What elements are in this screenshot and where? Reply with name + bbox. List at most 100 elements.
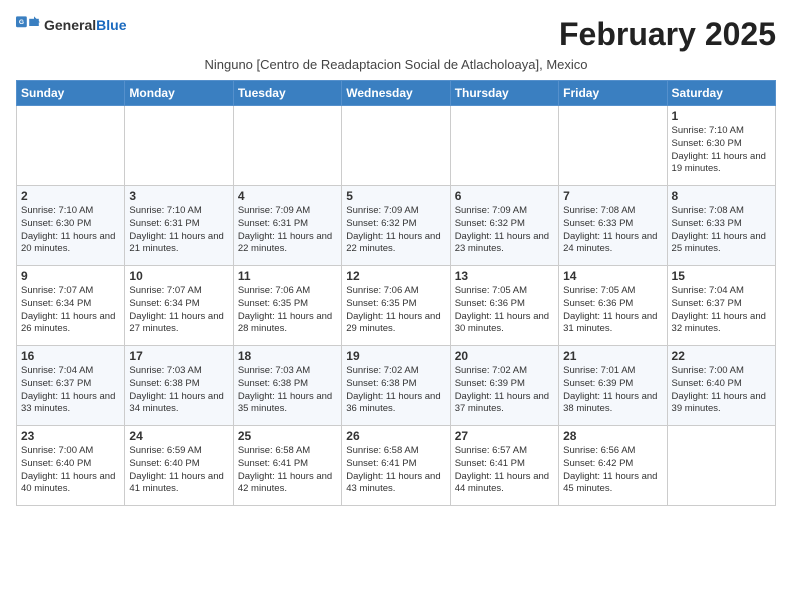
calendar-cell: 27 Sunrise: 6:57 AMSunset: 6:41 PMDayligh… (450, 426, 558, 506)
calendar-cell: 7 Sunrise: 7:08 AMSunset: 6:33 PMDaylight… (559, 186, 667, 266)
calendar-cell: 5 Sunrise: 7:09 AMSunset: 6:32 PMDaylight… (342, 186, 450, 266)
logo: G GeneralBlue (16, 16, 126, 36)
calendar-cell (342, 106, 450, 186)
day-header-monday: Monday (125, 81, 233, 106)
day-info: Sunrise: 7:05 AMSunset: 6:36 PMDaylight:… (455, 285, 554, 336)
day-number: 25 (238, 429, 337, 443)
day-info: Sunrise: 7:07 AMSunset: 6:34 PMDaylight:… (21, 285, 120, 336)
day-info: Sunrise: 7:01 AMSunset: 6:39 PMDaylight:… (563, 365, 662, 416)
calendar-cell: 26 Sunrise: 6:58 AMSunset: 6:41 PMDayligh… (342, 426, 450, 506)
day-number: 20 (455, 349, 554, 363)
day-info: Sunrise: 7:06 AMSunset: 6:35 PMDaylight:… (346, 285, 445, 336)
day-header-tuesday: Tuesday (233, 81, 341, 106)
day-number: 21 (563, 349, 662, 363)
day-number: 24 (129, 429, 228, 443)
day-info: Sunrise: 7:06 AMSunset: 6:35 PMDaylight:… (238, 285, 337, 336)
calendar-cell: 12 Sunrise: 7:06 AMSunset: 6:35 PMDayligh… (342, 266, 450, 346)
calendar-cell: 10 Sunrise: 7:07 AMSunset: 6:34 PMDayligh… (125, 266, 233, 346)
day-number: 28 (563, 429, 662, 443)
calendar-cell: 18 Sunrise: 7:03 AMSunset: 6:38 PMDayligh… (233, 346, 341, 426)
calendar-cell (559, 106, 667, 186)
calendar-cell (17, 106, 125, 186)
calendar-cell: 20 Sunrise: 7:02 AMSunset: 6:39 PMDayligh… (450, 346, 558, 426)
day-number: 18 (238, 349, 337, 363)
calendar-cell: 17 Sunrise: 7:03 AMSunset: 6:38 PMDayligh… (125, 346, 233, 426)
day-number: 26 (346, 429, 445, 443)
calendar-cell: 22 Sunrise: 7:00 AMSunset: 6:40 PMDayligh… (667, 346, 775, 426)
day-info: Sunrise: 7:00 AMSunset: 6:40 PMDaylight:… (21, 445, 120, 496)
calendar-cell (450, 106, 558, 186)
calendar-cell: 16 Sunrise: 7:04 AMSunset: 6:37 PMDayligh… (17, 346, 125, 426)
page-title: February 2025 (559, 16, 776, 53)
day-number: 8 (672, 189, 771, 203)
day-info: Sunrise: 7:09 AMSunset: 6:32 PMDaylight:… (455, 205, 554, 256)
day-info: Sunrise: 7:10 AMSunset: 6:30 PMDaylight:… (21, 205, 120, 256)
calendar-cell: 23 Sunrise: 7:00 AMSunset: 6:40 PMDayligh… (17, 426, 125, 506)
calendar-cell: 21 Sunrise: 7:01 AMSunset: 6:39 PMDayligh… (559, 346, 667, 426)
day-number: 3 (129, 189, 228, 203)
day-number: 13 (455, 269, 554, 283)
day-info: Sunrise: 6:57 AMSunset: 6:41 PMDaylight:… (455, 445, 554, 496)
svg-text:G: G (19, 19, 24, 26)
calendar-cell: 4 Sunrise: 7:09 AMSunset: 6:31 PMDaylight… (233, 186, 341, 266)
day-info: Sunrise: 7:03 AMSunset: 6:38 PMDaylight:… (129, 365, 228, 416)
day-info: Sunrise: 7:03 AMSunset: 6:38 PMDaylight:… (238, 365, 337, 416)
day-info: Sunrise: 7:10 AMSunset: 6:30 PMDaylight:… (672, 125, 771, 176)
calendar-cell: 15Sunrise: 7:04 AMSunset: 6:37 PMDayligh… (667, 266, 775, 346)
calendar-cell: 11 Sunrise: 7:06 AMSunset: 6:35 PMDayligh… (233, 266, 341, 346)
logo-general: General (44, 17, 96, 33)
day-number: 4 (238, 189, 337, 203)
day-info: Sunrise: 6:56 AMSunset: 6:42 PMDaylight:… (563, 445, 662, 496)
day-header-friday: Friday (559, 81, 667, 106)
day-number: 23 (21, 429, 120, 443)
day-number: 6 (455, 189, 554, 203)
logo-icon: G (16, 16, 40, 36)
day-info: Sunrise: 7:08 AMSunset: 6:33 PMDaylight:… (563, 205, 662, 256)
day-number: 16 (21, 349, 120, 363)
day-info: Sunrise: 7:04 AMSunset: 6:37 PMDaylight:… (21, 365, 120, 416)
calendar-cell: 9Sunrise: 7:07 AMSunset: 6:34 PMDaylight… (17, 266, 125, 346)
day-info: Sunrise: 7:04 AMSunset: 6:37 PMDaylight:… (672, 285, 771, 336)
day-number: 14 (563, 269, 662, 283)
calendar-cell: 19 Sunrise: 7:02 AMSunset: 6:38 PMDayligh… (342, 346, 450, 426)
day-info: Sunrise: 7:10 AMSunset: 6:31 PMDaylight:… (129, 205, 228, 256)
calendar-cell: 3 Sunrise: 7:10 AMSunset: 6:31 PMDaylight… (125, 186, 233, 266)
day-number: 7 (563, 189, 662, 203)
day-info: Sunrise: 7:07 AMSunset: 6:34 PMDaylight:… (129, 285, 228, 336)
day-info: Sunrise: 7:08 AMSunset: 6:33 PMDaylight:… (672, 205, 771, 256)
day-info: Sunrise: 6:58 AMSunset: 6:41 PMDaylight:… (238, 445, 337, 496)
day-info: Sunrise: 7:00 AMSunset: 6:40 PMDaylight:… (672, 365, 771, 416)
day-number: 22 (672, 349, 771, 363)
calendar-cell: 1 Sunrise: 7:10 AMSunset: 6:30 PMDaylight… (667, 106, 775, 186)
calendar-cell (233, 106, 341, 186)
day-number: 5 (346, 189, 445, 203)
day-number: 12 (346, 269, 445, 283)
day-number: 2 (21, 189, 120, 203)
logo-blue: Blue (96, 17, 126, 33)
calendar-cell (125, 106, 233, 186)
day-info: Sunrise: 6:58 AMSunset: 6:41 PMDaylight:… (346, 445, 445, 496)
calendar-cell (667, 426, 775, 506)
calendar-cell: 14 Sunrise: 7:05 AMSunset: 6:36 PMDayligh… (559, 266, 667, 346)
day-info: Sunrise: 7:02 AMSunset: 6:38 PMDaylight:… (346, 365, 445, 416)
day-header-wednesday: Wednesday (342, 81, 450, 106)
day-number: 19 (346, 349, 445, 363)
day-number: 27 (455, 429, 554, 443)
day-number: 1 (672, 109, 771, 123)
day-info: Sunrise: 7:09 AMSunset: 6:31 PMDaylight:… (238, 205, 337, 256)
day-number: 10 (129, 269, 228, 283)
day-number: 17 (129, 349, 228, 363)
day-header-saturday: Saturday (667, 81, 775, 106)
day-header-sunday: Sunday (17, 81, 125, 106)
day-number: 11 (238, 269, 337, 283)
calendar-cell: 13 Sunrise: 7:05 AMSunset: 6:36 PMDayligh… (450, 266, 558, 346)
calendar-cell: 28 Sunrise: 6:56 AMSunset: 6:42 PMDayligh… (559, 426, 667, 506)
day-info: Sunrise: 6:59 AMSunset: 6:40 PMDaylight:… (129, 445, 228, 496)
calendar-cell: 25 Sunrise: 6:58 AMSunset: 6:41 PMDayligh… (233, 426, 341, 506)
calendar-cell: 8 Sunrise: 7:08 AMSunset: 6:33 PMDaylight… (667, 186, 775, 266)
calendar-table: SundayMondayTuesdayWednesdayThursdayFrid… (16, 80, 776, 506)
calendar-cell: 2 Sunrise: 7:10 AMSunset: 6:30 PMDaylight… (17, 186, 125, 266)
day-info: Sunrise: 7:09 AMSunset: 6:32 PMDaylight:… (346, 205, 445, 256)
day-info: Sunrise: 7:05 AMSunset: 6:36 PMDaylight:… (563, 285, 662, 336)
day-info: Sunrise: 7:02 AMSunset: 6:39 PMDaylight:… (455, 365, 554, 416)
